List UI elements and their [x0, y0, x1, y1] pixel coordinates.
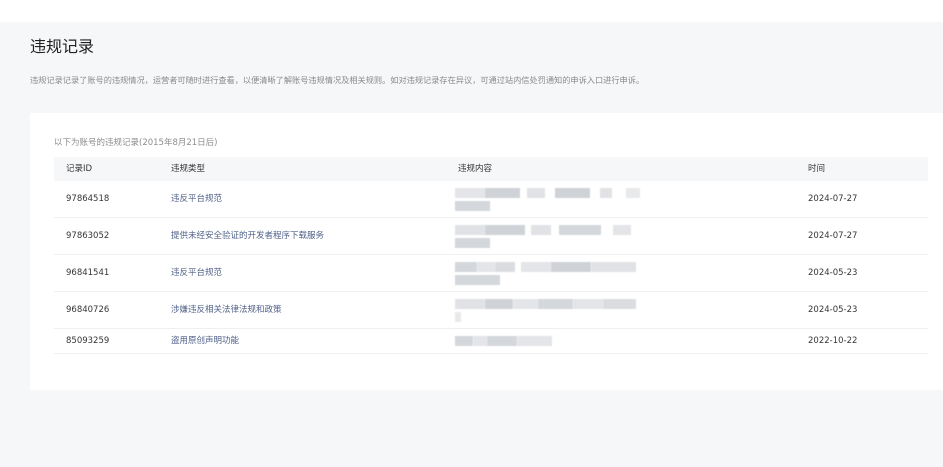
- redacted-line: [455, 187, 796, 200]
- page-title: 违规记录: [30, 37, 95, 56]
- violation-content-cell: [446, 181, 796, 217]
- redacted-block: [517, 336, 552, 347]
- redacted-block: [527, 188, 545, 199]
- violation-type-link[interactable]: 涉嫌违反相关法律法规和政策: [159, 304, 446, 316]
- violation-type-link[interactable]: 违反平台规范: [159, 267, 446, 279]
- redacted-block: [455, 225, 485, 236]
- records-card: 以下为账号的违规记录(2015年8月21日后) 记录ID 违规类型 违规内容 时…: [30, 113, 943, 390]
- redacted-block: [626, 188, 640, 199]
- table-row: 96841541 违反平台规范 2024-05-23: [54, 255, 928, 292]
- redacted-line: [455, 224, 796, 237]
- page-description: 违规记录记录了账号的违规情况，运营者可随时进行查看，以便清晰了解账号违规情况及相…: [30, 75, 645, 85]
- redacted-block: [551, 262, 591, 273]
- time-cell: 2024-07-27: [808, 194, 858, 204]
- time-cell: 2022-10-22: [808, 335, 858, 346]
- redacted-block: [485, 225, 525, 236]
- time-cell: 2024-05-23: [808, 268, 858, 278]
- redacted-block: [495, 262, 515, 273]
- redacted-block: [455, 237, 490, 248]
- redacted-block: [455, 262, 477, 273]
- table-row: 85093259 盗用原创声明功能 2022-10-22: [54, 329, 928, 354]
- violation-records-table: 记录ID 违规类型 违规内容 时间 97864518 违反平台规范 2024-0…: [54, 157, 928, 354]
- redacted-block: [591, 262, 636, 273]
- column-header-record-id: 记录ID: [66, 164, 93, 174]
- redacted-block: [521, 262, 551, 273]
- redacted-line: [455, 274, 796, 287]
- redacted-block: [455, 311, 461, 322]
- redacted-line: [455, 200, 796, 213]
- column-header-time: 时间: [808, 164, 826, 174]
- redacted-block: [477, 262, 495, 273]
- redacted-block: [513, 299, 538, 310]
- record-id-cell: 97863052: [66, 231, 110, 241]
- time-cell: 2024-05-23: [808, 305, 858, 315]
- redacted-content: [455, 329, 796, 353]
- violation-content-cell: [446, 255, 796, 291]
- redacted-block: [573, 299, 603, 310]
- violation-type-link[interactable]: 违反平台规范: [159, 193, 446, 205]
- table-row: 97864518 违反平台规范 2024-07-27: [54, 181, 928, 218]
- top-bar: [0, 0, 943, 22]
- violation-content-cell: [446, 292, 796, 328]
- redacted-block: [455, 299, 485, 310]
- redacted-block: [613, 225, 631, 236]
- redacted-block: [603, 299, 636, 310]
- redacted-block: [455, 274, 500, 285]
- table-row: 96840726 涉嫌违反相关法律法规和政策 2024-05-23: [54, 292, 928, 329]
- column-header-violation-type: 违规类型: [171, 164, 206, 174]
- violation-content-cell: [446, 218, 796, 254]
- redacted-block: [455, 188, 485, 199]
- violation-content-cell: [446, 329, 796, 353]
- violation-type-link[interactable]: 提供未经安全验证的开发者程序下载服务: [159, 230, 446, 242]
- time-cell: 2024-07-27: [808, 231, 858, 241]
- redacted-block: [555, 188, 590, 199]
- redacted-content: [455, 292, 796, 328]
- redacted-line: [455, 298, 796, 311]
- redacted-block: [531, 225, 551, 236]
- violation-type-link[interactable]: 盗用原创声明功能: [159, 335, 446, 347]
- redacted-line: [455, 335, 796, 348]
- redacted-block: [455, 200, 490, 211]
- redacted-block: [538, 299, 573, 310]
- column-header-violation-content: 违规内容: [458, 164, 493, 174]
- redacted-line: [455, 261, 796, 274]
- redacted-block: [473, 336, 487, 347]
- redacted-content: [455, 255, 796, 291]
- redacted-block: [559, 225, 601, 236]
- record-id-cell: 96841541: [66, 268, 110, 278]
- table-row: 97863052 提供未经安全验证的开发者程序下载服务 2024-07-27: [54, 218, 928, 255]
- redacted-block: [455, 336, 473, 347]
- redacted-content: [455, 181, 796, 217]
- redacted-line: [455, 311, 796, 324]
- table-header-row: 记录ID 违规类型 违规内容 时间: [54, 157, 928, 181]
- redacted-block: [485, 188, 520, 199]
- record-id-cell: 85093259: [66, 335, 110, 346]
- redacted-block: [600, 188, 612, 199]
- redacted-block: [485, 299, 513, 310]
- redacted-block: [487, 336, 517, 347]
- redacted-line: [455, 237, 796, 250]
- record-id-cell: 97864518: [66, 194, 110, 204]
- records-caption: 以下为账号的违规记录(2015年8月21日后): [54, 138, 218, 148]
- redacted-content: [455, 218, 796, 254]
- record-id-cell: 96840726: [66, 305, 110, 315]
